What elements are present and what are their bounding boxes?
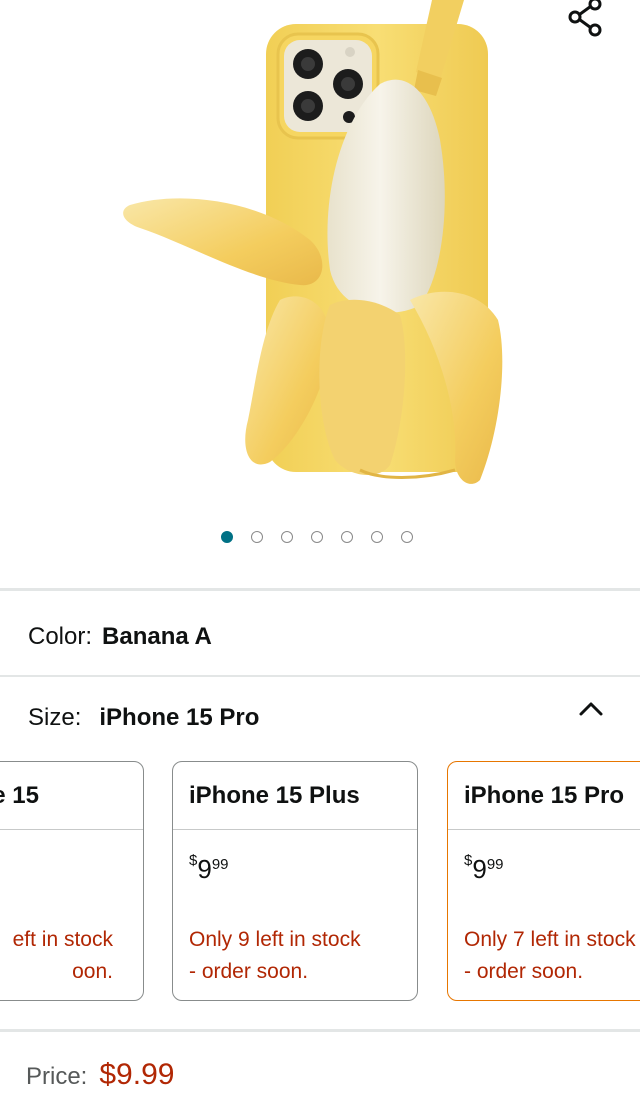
size-collapse-toggle[interactable] [574,694,608,724]
section-divider [0,1029,640,1032]
price-whole: 9 [472,854,487,884]
size-option-iphone-15-plus[interactable]: iPhone 15 Plus $999 Only 9 left in stock… [172,761,418,1001]
size-option-iphone-15-pro[interactable]: iPhone 15 Pro $999 Only 7 left in stock … [447,761,640,1001]
carousel-dot-4[interactable] [311,531,323,543]
color-value: Banana A [102,623,212,650]
price-currency: $ [464,852,473,869]
carousel-dot-2[interactable] [251,531,263,543]
stock-line: Only 7 left in stock [464,928,636,951]
size-option-price: $999 [448,830,640,886]
chevron-up-icon [579,702,603,716]
size-option-stock: Only 9 left in stock - order soon. [173,886,417,988]
carousel-dot-7[interactable] [401,531,413,543]
size-option-stock: Only 7 left in stock - order soon. [448,886,640,988]
stock-line: eft in stock [12,928,113,951]
size-option-iphone-15[interactable]: e 15 eft in stock oon. [0,761,144,1001]
price-cents: 99 [211,856,229,873]
size-option-price: $999 [173,830,417,886]
share-icon [568,0,602,37]
price-whole: 9 [197,854,212,884]
share-button[interactable] [562,0,608,40]
size-row[interactable]: Size: iPhone 15 Pro [28,704,259,732]
size-value: iPhone 15 Pro [99,704,260,731]
stock-line: Only 9 left in stock [189,928,361,951]
stock-line: - order soon. [464,960,584,983]
size-option-name: e 15 [0,762,143,830]
color-row[interactable]: Color: Banana A [28,623,212,651]
price-label: Price: [26,1063,88,1090]
color-label: Color: [28,623,93,650]
price-cents: 99 [486,856,504,873]
stock-line: - order soon. [189,960,309,983]
price-value: $9.99 [99,1058,175,1091]
size-option-stock: eft in stock oon. [0,886,143,988]
size-option-name: iPhone 15 Plus [173,762,417,830]
carousel-dot-6[interactable] [371,531,383,543]
price-row: Price: $9.99 [26,1058,174,1092]
carousel-dot-3[interactable] [281,531,293,543]
size-label: Size: [28,704,82,731]
price-currency: $ [189,852,198,869]
size-option-name: iPhone 15 Pro [448,762,640,830]
product-image[interactable] [0,0,640,590]
section-divider [0,588,640,591]
section-divider [0,675,640,677]
carousel-dot-1[interactable] [221,531,233,543]
product-image-gallery[interactable] [0,0,640,590]
image-carousel-indicator [0,531,637,543]
size-options-scroller[interactable]: e 15 eft in stock oon. iPhone 15 Plus $9… [0,761,640,1003]
carousel-dot-5[interactable] [341,531,353,543]
size-option-price [0,830,143,886]
stock-line: oon. [72,960,113,983]
